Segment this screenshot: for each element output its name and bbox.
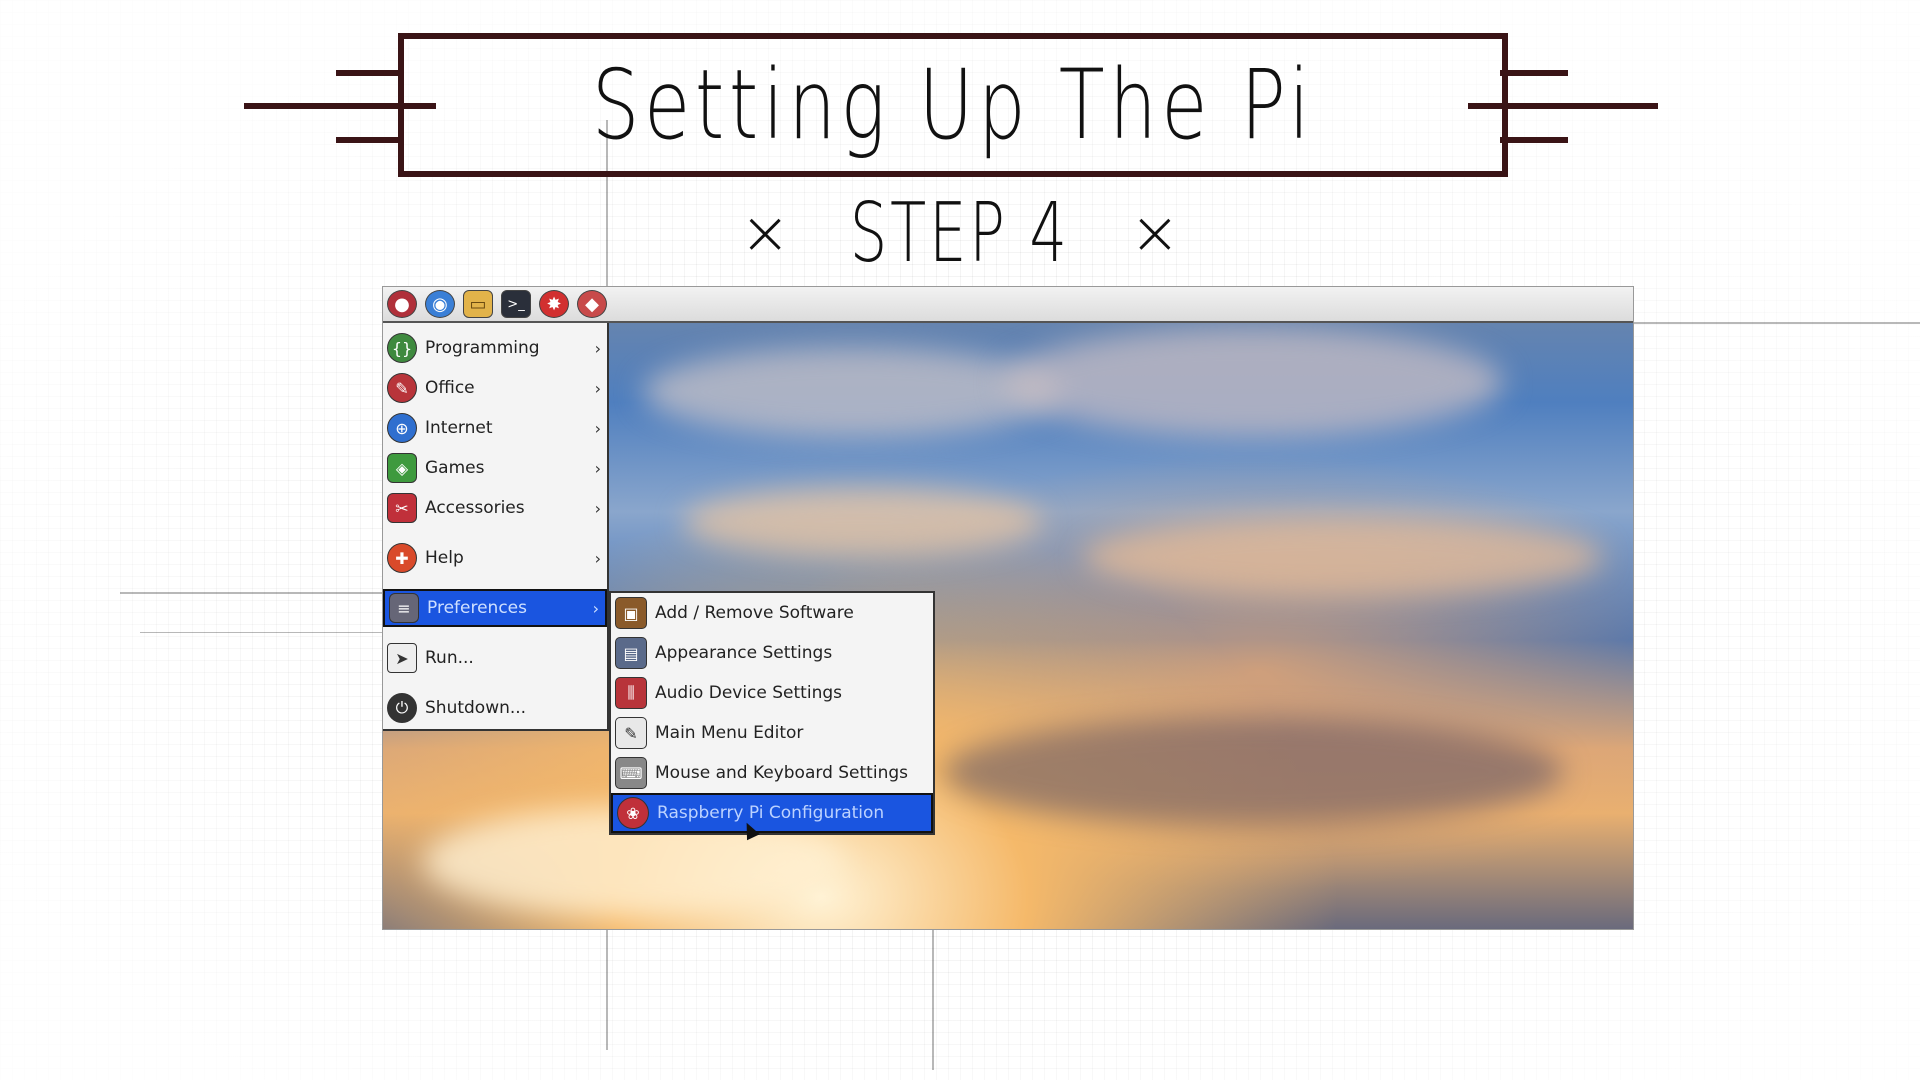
sky-cloud xyxy=(683,487,1043,557)
sky-cloud xyxy=(943,717,1563,827)
help-icon: ✚ xyxy=(387,543,417,573)
menu-editor-icon: ✎ xyxy=(615,717,647,749)
menu-item-label: Programming xyxy=(425,338,540,358)
raspberry-menu-icon[interactable]: ● xyxy=(387,290,417,318)
shutdown-icon: ⏻ xyxy=(387,693,417,723)
menu-item-label: Preferences xyxy=(427,598,527,618)
step-right-mark: × xyxy=(1129,198,1180,268)
audio-mixer-icon: ⫼ xyxy=(615,677,647,709)
internet-icon: ⊕ xyxy=(387,413,417,443)
raspberry-pi-desktop-screenshot: ● ◉ ▭ >_ ✸ ◆ {} Programming › ✎ Office ›… xyxy=(382,286,1634,930)
submenu-item-label: Appearance Settings xyxy=(655,643,833,663)
mathematica-icon[interactable]: ✸ xyxy=(539,290,569,318)
menu-item-label: Help xyxy=(425,548,464,568)
banner-line-left-upper xyxy=(336,70,404,76)
submenu-item-main-menu-editor[interactable]: ✎ Main Menu Editor xyxy=(611,713,933,753)
submenu-item-appearance-settings[interactable]: ▤ Appearance Settings xyxy=(611,633,933,673)
raspberry-pi-icon: ❀ xyxy=(617,797,649,829)
preferences-icon: ≡ xyxy=(389,593,419,623)
chevron-right-icon: › xyxy=(594,378,601,398)
submenu-item-label: Main Menu Editor xyxy=(655,723,804,743)
banner-line-right-upper xyxy=(1500,70,1568,76)
games-icon: ◈ xyxy=(387,453,417,483)
menu-item-label: Run... xyxy=(425,648,474,668)
menu-item-label: Internet xyxy=(425,418,493,438)
accessories-icon: ✂ xyxy=(387,493,417,523)
menu-item-games[interactable]: ◈ Games › xyxy=(383,449,607,487)
submenu-item-label: Audio Device Settings xyxy=(655,683,842,703)
chevron-right-icon: › xyxy=(592,598,599,618)
banner-line-right-lower xyxy=(1500,137,1568,143)
chevron-right-icon: › xyxy=(594,338,601,358)
title-banner: Setting Up The Pi xyxy=(398,33,1508,177)
package-icon: ▣ xyxy=(615,597,647,629)
sky-cloud xyxy=(1003,327,1503,437)
step-indicator: × STEP 4 × xyxy=(740,185,1180,281)
taskbar: ● ◉ ▭ >_ ✸ ◆ xyxy=(383,287,1633,323)
sky-cloud xyxy=(1083,517,1603,597)
preferences-submenu: ▣ Add / Remove Software ▤ Appearance Set… xyxy=(609,591,935,835)
wolfram-icon[interactable]: ◆ xyxy=(577,290,607,318)
page-title: Setting Up The Pi xyxy=(591,49,1315,161)
programming-icon: {} xyxy=(387,333,417,363)
run-icon: ➤ xyxy=(387,643,417,673)
menu-item-office[interactable]: ✎ Office › xyxy=(383,369,607,407)
menu-item-help[interactable]: ✚ Help › xyxy=(383,539,607,577)
sky-cloud xyxy=(643,347,1063,437)
submenu-item-audio-device-settings[interactable]: ⫼ Audio Device Settings xyxy=(611,673,933,713)
mouse-keyboard-icon: ⌨ xyxy=(615,757,647,789)
menu-item-label: Games xyxy=(425,458,485,478)
terminal-icon[interactable]: >_ xyxy=(501,290,531,318)
step-left-mark: × xyxy=(740,198,791,268)
menu-item-programming[interactable]: {} Programming › xyxy=(383,329,607,367)
main-menu: {} Programming › ✎ Office › ⊕ Internet ›… xyxy=(383,323,609,731)
banner-line-left-lower xyxy=(336,137,404,143)
submenu-item-mouse-keyboard-settings[interactable]: ⌨ Mouse and Keyboard Settings xyxy=(611,753,933,793)
file-manager-icon[interactable]: ▭ xyxy=(463,290,493,318)
menu-item-label: Office xyxy=(425,378,475,398)
web-browser-icon[interactable]: ◉ xyxy=(425,290,455,318)
submenu-item-add-remove-software[interactable]: ▣ Add / Remove Software xyxy=(611,593,933,633)
menu-item-internet[interactable]: ⊕ Internet › xyxy=(383,409,607,447)
step-label: STEP 4 xyxy=(849,185,1071,281)
chevron-right-icon: › xyxy=(594,418,601,438)
menu-item-accessories[interactable]: ✂ Accessories › xyxy=(383,489,607,527)
submenu-item-raspberry-pi-configuration[interactable]: ❀ Raspberry Pi Configuration xyxy=(611,793,933,833)
menu-item-preferences[interactable]: ≡ Preferences › xyxy=(383,589,607,627)
menu-item-run[interactable]: ➤ Run... xyxy=(383,639,607,677)
chevron-right-icon: › xyxy=(594,548,601,568)
menu-item-shutdown[interactable]: ⏻ Shutdown... xyxy=(383,689,607,727)
office-icon: ✎ xyxy=(387,373,417,403)
submenu-item-label: Add / Remove Software xyxy=(655,603,854,623)
chevron-right-icon: › xyxy=(594,498,601,518)
appearance-icon: ▤ xyxy=(615,637,647,669)
chevron-right-icon: › xyxy=(594,458,601,478)
menu-item-label: Accessories xyxy=(425,498,525,518)
menu-item-label: Shutdown... xyxy=(425,698,527,718)
submenu-item-label: Mouse and Keyboard Settings xyxy=(655,763,908,783)
submenu-item-label: Raspberry Pi Configuration xyxy=(657,803,885,823)
